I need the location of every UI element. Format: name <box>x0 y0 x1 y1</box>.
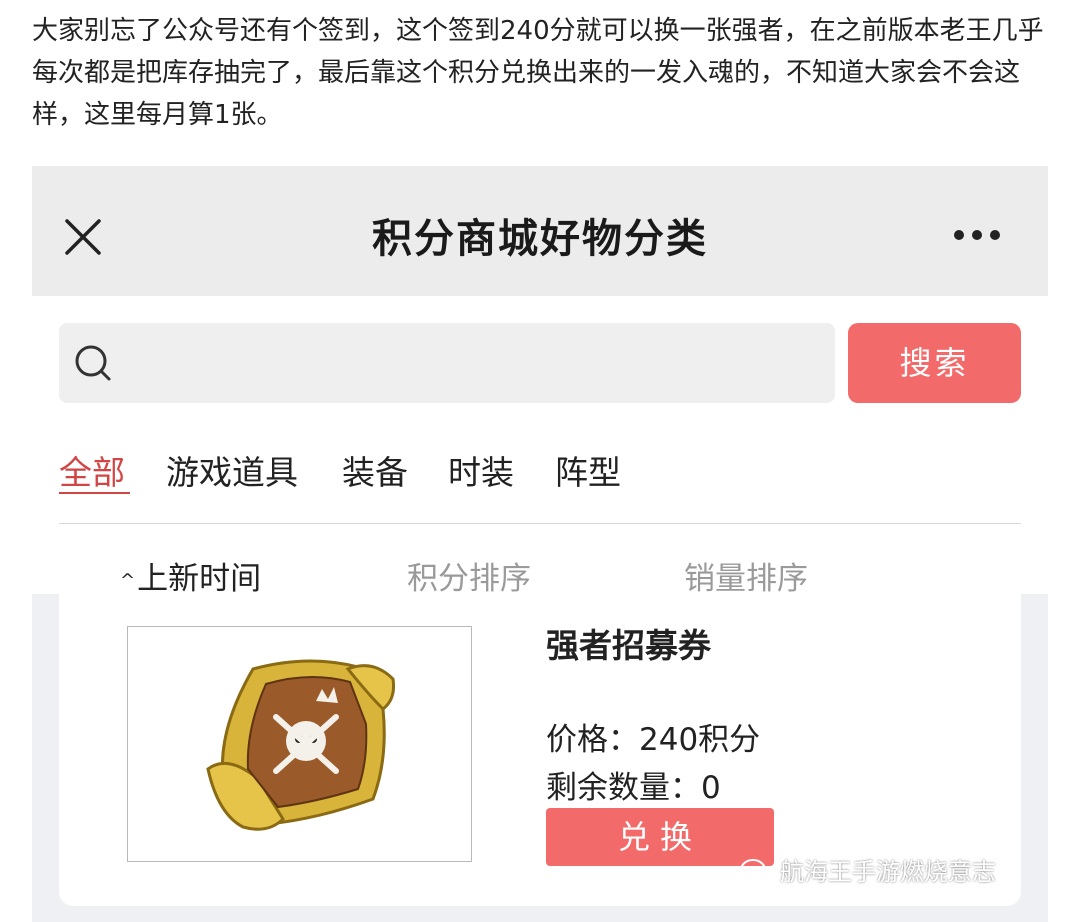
more-icon[interactable] <box>952 228 1002 242</box>
tab-equipment[interactable]: 装备 <box>342 446 408 494</box>
pirate-scroll-icon <box>206 659 395 831</box>
sort-by-sales[interactable]: 销量排序 <box>684 553 808 598</box>
page-title: 积分商城好物分类 <box>372 216 708 262</box>
tab-all[interactable]: 全部 <box>59 446 125 494</box>
points-mall-screen: 积分商城好物分类 搜索 全部 游戏道具 装备 时装 阵型 ^上新时间 积分排序 … <box>32 166 1048 922</box>
watermark: 航海王手游燃烧意志 <box>740 852 996 892</box>
sort-by-points[interactable]: 积分排序 <box>407 553 531 598</box>
search-input[interactable] <box>59 323 835 403</box>
nav-bar: 积分商城好物分类 <box>32 166 1048 296</box>
search-button[interactable]: 搜索 <box>848 323 1021 403</box>
wechat-icon <box>740 859 773 885</box>
active-tab-indicator <box>59 492 130 494</box>
article-paragraph: 大家别忘了公众号还有个签到，这个签到240分就可以换一张强者，在之前版本老王几乎… <box>32 16 1044 130</box>
search-icon <box>75 345 111 381</box>
tabs-divider <box>59 523 1021 524</box>
product-price: 价格：240积分 <box>546 722 761 758</box>
tab-costume[interactable]: 时装 <box>448 446 514 494</box>
tab-formation[interactable]: 阵型 <box>555 446 621 494</box>
product-name: 强者招募券 <box>546 626 711 665</box>
sort-by-new[interactable]: ^上新时间 <box>120 553 261 598</box>
sort-new-label: 上新时间 <box>137 561 262 597</box>
tab-game-items[interactable]: 游戏道具 <box>166 446 298 494</box>
watermark-text: 航海王手游燃烧意志 <box>780 858 996 886</box>
caret-up-icon: ^ <box>120 570 136 591</box>
product-stock: 剩余数量：0 <box>546 770 721 806</box>
product-image[interactable] <box>127 626 472 862</box>
